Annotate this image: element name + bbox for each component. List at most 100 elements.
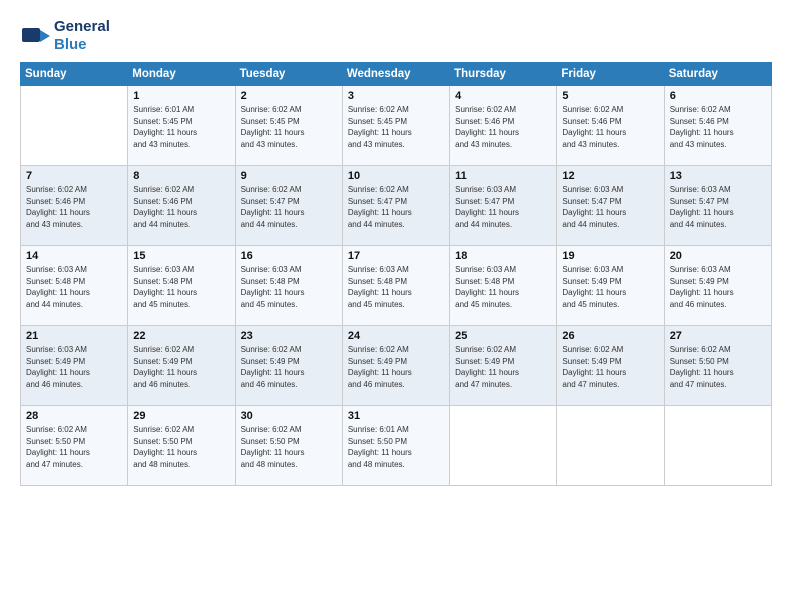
weekday-header-thursday: Thursday bbox=[450, 63, 557, 86]
day-number: 26 bbox=[562, 330, 658, 342]
day-number: 4 bbox=[455, 90, 551, 102]
weekday-header-sunday: Sunday bbox=[21, 63, 128, 86]
day-number: 3 bbox=[348, 90, 444, 102]
day-number: 27 bbox=[670, 330, 766, 342]
day-info: Sunrise: 6:02 AM Sunset: 5:46 PM Dayligh… bbox=[133, 184, 229, 230]
logo-text-blue: Blue bbox=[54, 36, 87, 53]
calendar-cell: 6 Sunrise: 6:02 AM Sunset: 5:46 PM Daylig… bbox=[664, 86, 771, 166]
day-number: 29 bbox=[133, 410, 229, 422]
day-number: 1 bbox=[133, 90, 229, 102]
calendar-cell: 4 Sunrise: 6:02 AM Sunset: 5:46 PM Daylig… bbox=[450, 86, 557, 166]
calendar-cell: 23Sunrise: 6:02 AM Sunset: 5:49 PM Dayli… bbox=[235, 326, 342, 406]
day-info: Sunrise: 6:02 AM Sunset: 5:47 PM Dayligh… bbox=[348, 184, 444, 230]
day-info: Sunrise: 6:03 AM Sunset: 5:48 PM Dayligh… bbox=[26, 264, 122, 310]
calendar-table: SundayMondayTuesdayWednesdayThursdayFrid… bbox=[20, 62, 772, 486]
day-number: 15 bbox=[133, 250, 229, 262]
calendar-cell: 27 Sunrise: 6:02 AM Sunset: 5:50 PM Dayli… bbox=[664, 326, 771, 406]
day-info: Sunrise: 6:03 AM Sunset: 5:47 PM Dayligh… bbox=[562, 184, 658, 230]
day-info: Sunrise: 6:03 AM Sunset: 5:48 PM Dayligh… bbox=[241, 264, 337, 310]
calendar-cell: 15 Sunrise: 6:03 AM Sunset: 5:48 PM Dayli… bbox=[128, 246, 235, 326]
day-info: Sunrise: 6:01 AM Sunset: 5:50 PM Dayligh… bbox=[348, 424, 444, 470]
day-info: Sunrise: 6:03 AM Sunset: 5:48 PM Dayligh… bbox=[348, 264, 444, 310]
calendar-cell: 20Sunrise: 6:03 AM Sunset: 5:49 PM Dayli… bbox=[664, 246, 771, 326]
logo-text-general: General bbox=[54, 18, 110, 35]
calendar-week-4: 21Sunrise: 6:03 AM Sunset: 5:49 PM Dayli… bbox=[21, 326, 772, 406]
calendar-cell: 14 Sunrise: 6:03 AM Sunset: 5:48 PM Dayli… bbox=[21, 246, 128, 326]
day-number: 30 bbox=[241, 410, 337, 422]
weekday-header-tuesday: Tuesday bbox=[235, 63, 342, 86]
calendar-cell bbox=[450, 406, 557, 486]
calendar-cell: 8 Sunrise: 6:02 AM Sunset: 5:46 PM Daylig… bbox=[128, 166, 235, 246]
weekday-header-row: SundayMondayTuesdayWednesdayThursdayFrid… bbox=[21, 63, 772, 86]
calendar-cell: 30 Sunrise: 6:02 AM Sunset: 5:50 PM Dayli… bbox=[235, 406, 342, 486]
day-info: Sunrise: 6:02 AM Sunset: 5:50 PM Dayligh… bbox=[133, 424, 229, 470]
day-info: Sunrise: 6:02 AM Sunset: 5:50 PM Dayligh… bbox=[241, 424, 337, 470]
weekday-header-wednesday: Wednesday bbox=[342, 63, 449, 86]
day-info: Sunrise: 6:02 AM Sunset: 5:49 PM Dayligh… bbox=[348, 344, 444, 390]
day-number: 24 bbox=[348, 330, 444, 342]
day-number: 28 bbox=[26, 410, 122, 422]
calendar-cell: 5 Sunrise: 6:02 AM Sunset: 5:46 PM Daylig… bbox=[557, 86, 664, 166]
day-info: Sunrise: 6:02 AM Sunset: 5:50 PM Dayligh… bbox=[26, 424, 122, 470]
day-info: Sunrise: 6:02 AM Sunset: 5:49 PM Dayligh… bbox=[455, 344, 551, 390]
day-number: 9 bbox=[241, 170, 337, 182]
day-number: 11 bbox=[455, 170, 551, 182]
day-number: 2 bbox=[241, 90, 337, 102]
day-number: 23 bbox=[241, 330, 337, 342]
day-info: Sunrise: 6:02 AM Sunset: 5:46 PM Dayligh… bbox=[670, 104, 766, 150]
calendar-cell: 11 Sunrise: 6:03 AM Sunset: 5:47 PM Dayli… bbox=[450, 166, 557, 246]
day-number: 16 bbox=[241, 250, 337, 262]
weekday-header-monday: Monday bbox=[128, 63, 235, 86]
day-number: 5 bbox=[562, 90, 658, 102]
calendar-cell: 22Sunrise: 6:02 AM Sunset: 5:49 PM Dayli… bbox=[128, 326, 235, 406]
day-info: Sunrise: 6:02 AM Sunset: 5:46 PM Dayligh… bbox=[562, 104, 658, 150]
calendar-week-1: 1 Sunrise: 6:01 AM Sunset: 5:45 PM Daylig… bbox=[21, 86, 772, 166]
day-info: Sunrise: 6:02 AM Sunset: 5:50 PM Dayligh… bbox=[670, 344, 766, 390]
day-info: Sunrise: 6:03 AM Sunset: 5:49 PM Dayligh… bbox=[670, 264, 766, 310]
calendar-cell bbox=[664, 406, 771, 486]
calendar-cell: 12 Sunrise: 6:03 AM Sunset: 5:47 PM Dayli… bbox=[557, 166, 664, 246]
calendar-cell: 17Sunrise: 6:03 AM Sunset: 5:48 PM Dayli… bbox=[342, 246, 449, 326]
day-number: 6 bbox=[670, 90, 766, 102]
calendar-cell bbox=[21, 86, 128, 166]
day-info: Sunrise: 6:03 AM Sunset: 5:49 PM Dayligh… bbox=[562, 264, 658, 310]
logo-icon bbox=[20, 20, 52, 52]
calendar-cell: 9 Sunrise: 6:02 AM Sunset: 5:47 PM Daylig… bbox=[235, 166, 342, 246]
calendar-cell: 16 Sunrise: 6:03 AM Sunset: 5:48 PM Dayli… bbox=[235, 246, 342, 326]
day-info: Sunrise: 6:02 AM Sunset: 5:45 PM Dayligh… bbox=[241, 104, 337, 150]
day-number: 22 bbox=[133, 330, 229, 342]
day-info: Sunrise: 6:02 AM Sunset: 5:46 PM Dayligh… bbox=[26, 184, 122, 230]
calendar-cell: 21Sunrise: 6:03 AM Sunset: 5:49 PM Dayli… bbox=[21, 326, 128, 406]
day-number: 7 bbox=[26, 170, 122, 182]
calendar-week-2: 7 Sunrise: 6:02 AM Sunset: 5:46 PM Daylig… bbox=[21, 166, 772, 246]
day-number: 18 bbox=[455, 250, 551, 262]
calendar-cell: 26Sunrise: 6:02 AM Sunset: 5:49 PM Dayli… bbox=[557, 326, 664, 406]
day-info: Sunrise: 6:02 AM Sunset: 5:47 PM Dayligh… bbox=[241, 184, 337, 230]
day-info: Sunrise: 6:03 AM Sunset: 5:49 PM Dayligh… bbox=[26, 344, 122, 390]
calendar-cell: 10 Sunrise: 6:02 AM Sunset: 5:47 PM Dayli… bbox=[342, 166, 449, 246]
day-info: Sunrise: 6:01 AM Sunset: 5:45 PM Dayligh… bbox=[133, 104, 229, 150]
day-info: Sunrise: 6:03 AM Sunset: 5:48 PM Dayligh… bbox=[133, 264, 229, 310]
header: General Blue bbox=[20, 18, 772, 54]
day-number: 10 bbox=[348, 170, 444, 182]
weekday-header-friday: Friday bbox=[557, 63, 664, 86]
day-info: Sunrise: 6:03 AM Sunset: 5:48 PM Dayligh… bbox=[455, 264, 551, 310]
day-number: 25 bbox=[455, 330, 551, 342]
logo: General Blue bbox=[20, 18, 110, 54]
day-info: Sunrise: 6:02 AM Sunset: 5:45 PM Dayligh… bbox=[348, 104, 444, 150]
calendar-cell: 1 Sunrise: 6:01 AM Sunset: 5:45 PM Daylig… bbox=[128, 86, 235, 166]
calendar-cell: 24 Sunrise: 6:02 AM Sunset: 5:49 PM Dayli… bbox=[342, 326, 449, 406]
day-info: Sunrise: 6:03 AM Sunset: 5:47 PM Dayligh… bbox=[455, 184, 551, 230]
calendar-cell: 2 Sunrise: 6:02 AM Sunset: 5:45 PM Daylig… bbox=[235, 86, 342, 166]
day-number: 14 bbox=[26, 250, 122, 262]
calendar-cell: 28 Sunrise: 6:02 AM Sunset: 5:50 PM Dayli… bbox=[21, 406, 128, 486]
page: General Blue SundayMondayTuesdayWednesda… bbox=[0, 0, 792, 612]
day-info: Sunrise: 6:03 AM Sunset: 5:47 PM Dayligh… bbox=[670, 184, 766, 230]
calendar-cell: 18 Sunrise: 6:03 AM Sunset: 5:48 PM Dayli… bbox=[450, 246, 557, 326]
day-info: Sunrise: 6:02 AM Sunset: 5:46 PM Dayligh… bbox=[455, 104, 551, 150]
day-number: 8 bbox=[133, 170, 229, 182]
day-number: 13 bbox=[670, 170, 766, 182]
calendar-cell: 13 Sunrise: 6:03 AM Sunset: 5:47 PM Dayli… bbox=[664, 166, 771, 246]
day-number: 12 bbox=[562, 170, 658, 182]
calendar-cell: 19Sunrise: 6:03 AM Sunset: 5:49 PM Dayli… bbox=[557, 246, 664, 326]
